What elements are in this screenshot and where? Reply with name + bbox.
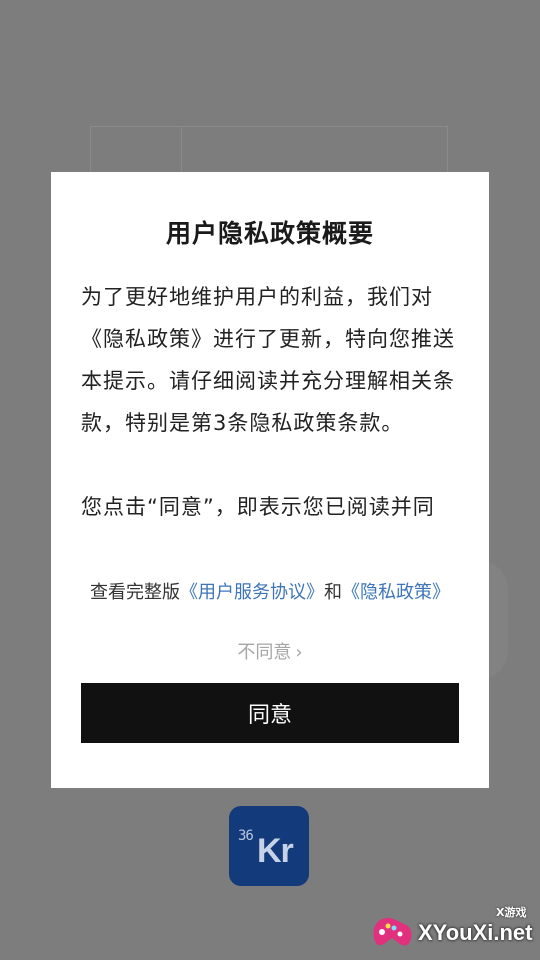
- app-logo-small-text: 36: [238, 828, 254, 844]
- dialog-paragraph-1: 为了更好地维护用户的利益，我们对《隐私政策》进行了更新，特向您推送本提示。请仔细…: [81, 285, 455, 435]
- gamepad-icon: [373, 918, 412, 946]
- links-prefix: 查看完整版: [90, 582, 180, 603]
- links-joiner: 和: [324, 582, 342, 603]
- screen: 用户隐私政策概要 为了更好地维护用户的利益，我们对《隐私政策》进行了更新，特向您…: [0, 0, 540, 960]
- full-policy-links: 查看完整版《用户服务协议》和《隐私政策》: [51, 578, 489, 604]
- disagree-button[interactable]: 不同意 ›: [51, 638, 489, 664]
- dialog-title: 用户隐私政策概要: [165, 219, 374, 248]
- app-logo-big-text: Kr: [257, 832, 294, 870]
- privacy-policy-link[interactable]: 《隐私政策》: [342, 582, 450, 603]
- agree-label: 同意: [247, 702, 292, 727]
- agree-button[interactable]: 同意: [81, 683, 459, 743]
- chevron-right-icon: ›: [295, 642, 303, 663]
- watermark-tag: X游戏: [496, 906, 527, 919]
- watermark-brand: XYouXi.net: [418, 920, 533, 945]
- disagree-label: 不同意: [237, 642, 292, 663]
- watermark: X游戏 XYouXi.net: [362, 900, 540, 960]
- app-logo-icon: 36 Kr: [229, 806, 309, 886]
- dialog-body-scroll[interactable]: 为了更好地维护用户的利益，我们对《隐私政策》进行了更新，特向您推送本提示。请仔细…: [81, 276, 461, 546]
- user-agreement-link[interactable]: 《用户服务协议》: [180, 582, 324, 603]
- dialog-paragraph-2: 您点击“同意”，即表示您已阅读并同: [81, 495, 435, 519]
